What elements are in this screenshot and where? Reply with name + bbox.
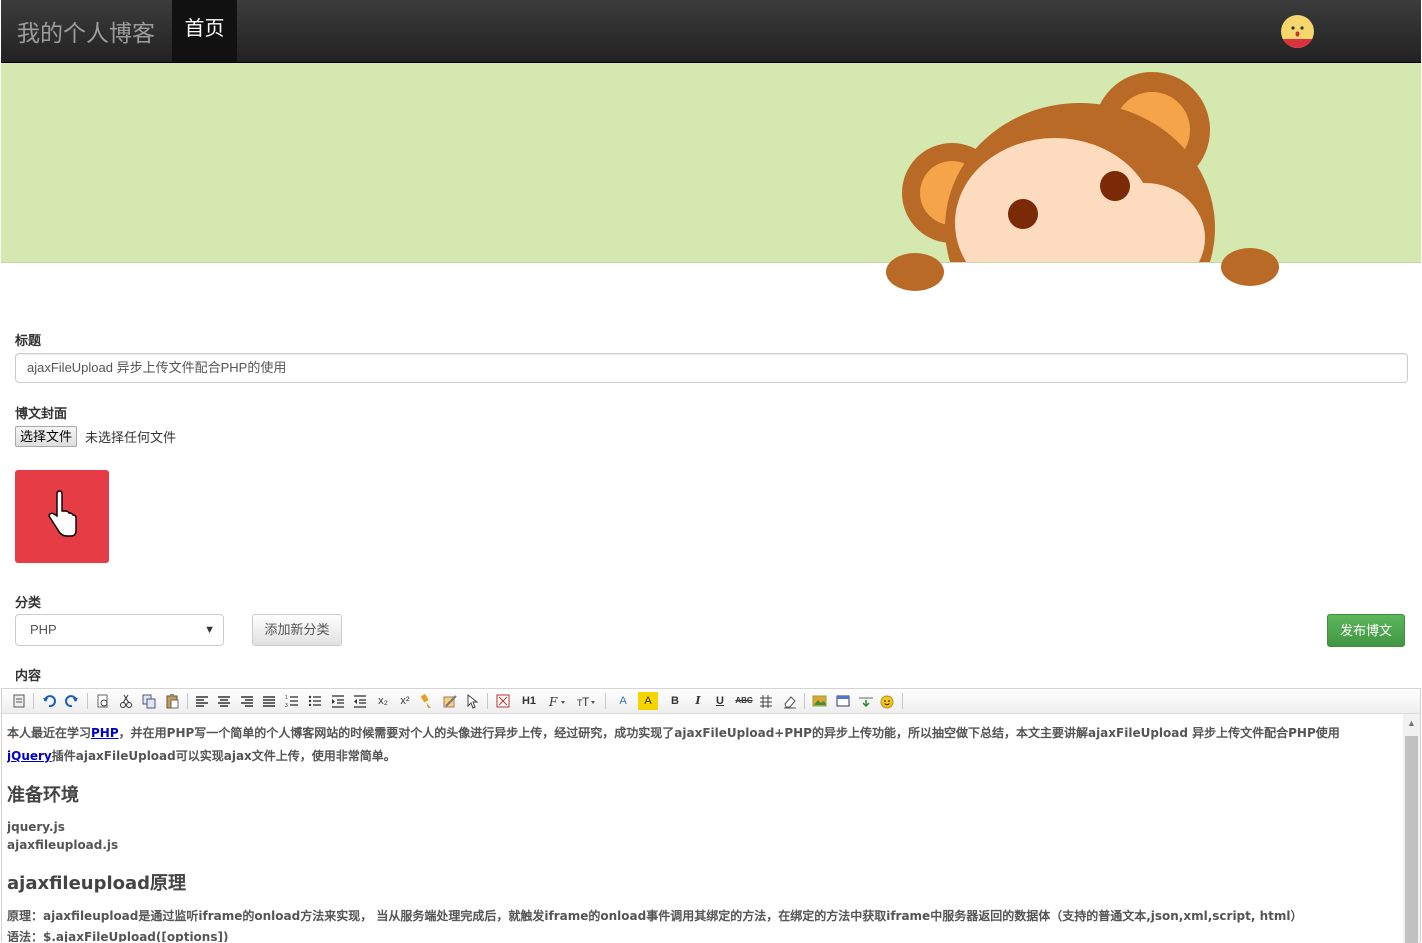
category-selected: PHP	[30, 622, 57, 637]
align-justify-icon[interactable]	[262, 692, 276, 710]
align-center-icon[interactable]	[217, 692, 231, 710]
emoji-icon[interactable]	[879, 692, 895, 710]
rich-text-editor: 13 x₂ x² H1 F TT A A B I U ABC 本人最近在学习PH…	[1, 688, 1421, 943]
ordered-list-icon[interactable]: 13	[285, 692, 299, 710]
font-family-icon[interactable]: F	[548, 692, 568, 710]
editor-content[interactable]: 本人最近在学习PHP，并在用PHP写一个简单的个人博客网站的时候需要对个人的头像…	[7, 714, 1397, 942]
align-left-icon[interactable]	[195, 692, 209, 710]
svg-text:3: 3	[285, 703, 288, 709]
font-size-icon[interactable]: TT	[576, 692, 598, 710]
content-paragraph: 原理：ajaxfileupload是通过监听iframe的onload方法来实现…	[7, 909, 1303, 923]
content-line: jquery.js	[7, 820, 65, 834]
svg-text:T: T	[582, 695, 590, 709]
nav-home[interactable]: 首页	[172, 0, 237, 62]
unordered-list-icon[interactable]	[308, 692, 322, 710]
cover-upload-area[interactable]	[15, 470, 109, 563]
content-heading: ajaxfileupload原理	[7, 873, 187, 894]
navbar: 我的个人博客 首页	[1, 0, 1421, 63]
font-color-button[interactable]: A	[613, 692, 633, 710]
source-icon[interactable]	[11, 692, 27, 710]
choose-file-button[interactable]: 选择文件	[15, 426, 78, 447]
editor-scrollbar[interactable]: ▲	[1403, 714, 1420, 943]
outdent-icon[interactable]	[353, 692, 367, 710]
hand-pointer-icon	[48, 490, 77, 537]
fullscreen-icon[interactable]	[495, 692, 511, 710]
category-label: 分类	[15, 595, 42, 610]
format-brush-icon[interactable]	[419, 692, 435, 710]
insert-line-icon[interactable]	[858, 692, 874, 710]
cut-icon[interactable]	[118, 692, 134, 710]
superscript-button[interactable]: x²	[397, 692, 413, 710]
scroll-thumb[interactable]	[1405, 736, 1418, 943]
copy-icon[interactable]	[141, 692, 157, 710]
content-heading: 准备环境	[7, 785, 79, 806]
bold-button[interactable]: B	[668, 692, 682, 710]
align-right-icon[interactable]	[240, 692, 254, 710]
editor-toolbar: 13 x₂ x² H1 F TT A A B I U ABC	[2, 689, 1420, 714]
heading-dropdown[interactable]: H1	[517, 692, 541, 710]
title-label: 标题	[15, 333, 42, 348]
subscript-button[interactable]: x₂	[375, 692, 391, 710]
dropdown-arrow-icon: ▼	[204, 624, 215, 636]
insert-image-icon[interactable]	[812, 692, 828, 710]
preview-icon[interactable]	[95, 692, 111, 710]
clear-format-icon[interactable]	[442, 692, 458, 710]
file-status: 未选择任何文件	[85, 430, 177, 445]
jquery-link[interactable]: jQuery	[7, 749, 52, 763]
category-select[interactable]: PHP ▼	[15, 614, 224, 646]
highlight-color-button[interactable]: A	[638, 692, 658, 710]
content-line: ajaxfileupload.js	[7, 838, 119, 852]
avatar-face-icon	[1281, 15, 1314, 48]
table-grid-icon[interactable]	[759, 692, 773, 710]
strikethrough-button[interactable]: ABC	[733, 692, 755, 710]
add-category-button[interactable]: 添加新分类	[252, 614, 342, 646]
undo-icon[interactable]	[41, 692, 57, 710]
php-link[interactable]: PHP	[91, 726, 119, 740]
monkey-illustration	[886, 72, 1279, 291]
content-paragraph: jQuery插件ajaxFileUpload可以实现ajax文件上传，使用非常简…	[7, 749, 396, 763]
brand-link[interactable]: 我的个人博客	[17, 14, 155, 48]
italic-button[interactable]: I	[691, 692, 705, 710]
indent-icon[interactable]	[331, 692, 345, 710]
scroll-up-arrow-icon[interactable]: ▲	[1407, 718, 1416, 728]
svg-text:F: F	[548, 695, 558, 709]
select-pointer-icon[interactable]	[465, 692, 479, 710]
redo-icon[interactable]	[64, 692, 80, 710]
user-avatar[interactable]	[1281, 15, 1314, 48]
publish-button[interactable]: 发布博文	[1327, 614, 1405, 647]
insert-frame-icon[interactable]	[835, 692, 851, 710]
title-input[interactable]: ajaxFileUpload 异步上传文件配合PHP的使用	[15, 353, 1408, 383]
paste-icon[interactable]	[164, 692, 180, 710]
svg-text:1: 1	[285, 695, 288, 701]
content-paragraph: 本人最近在学习PHP，并在用PHP写一个简单的个人博客网站的时候需要对个人的头像…	[7, 726, 1340, 740]
eraser-icon[interactable]	[782, 692, 798, 710]
content-paragraph: 语法：$.ajaxFileUpload([options])	[7, 930, 229, 942]
underline-button[interactable]: U	[713, 692, 727, 710]
cover-label: 博文封面	[15, 406, 68, 421]
content-label: 内容	[15, 668, 42, 683]
